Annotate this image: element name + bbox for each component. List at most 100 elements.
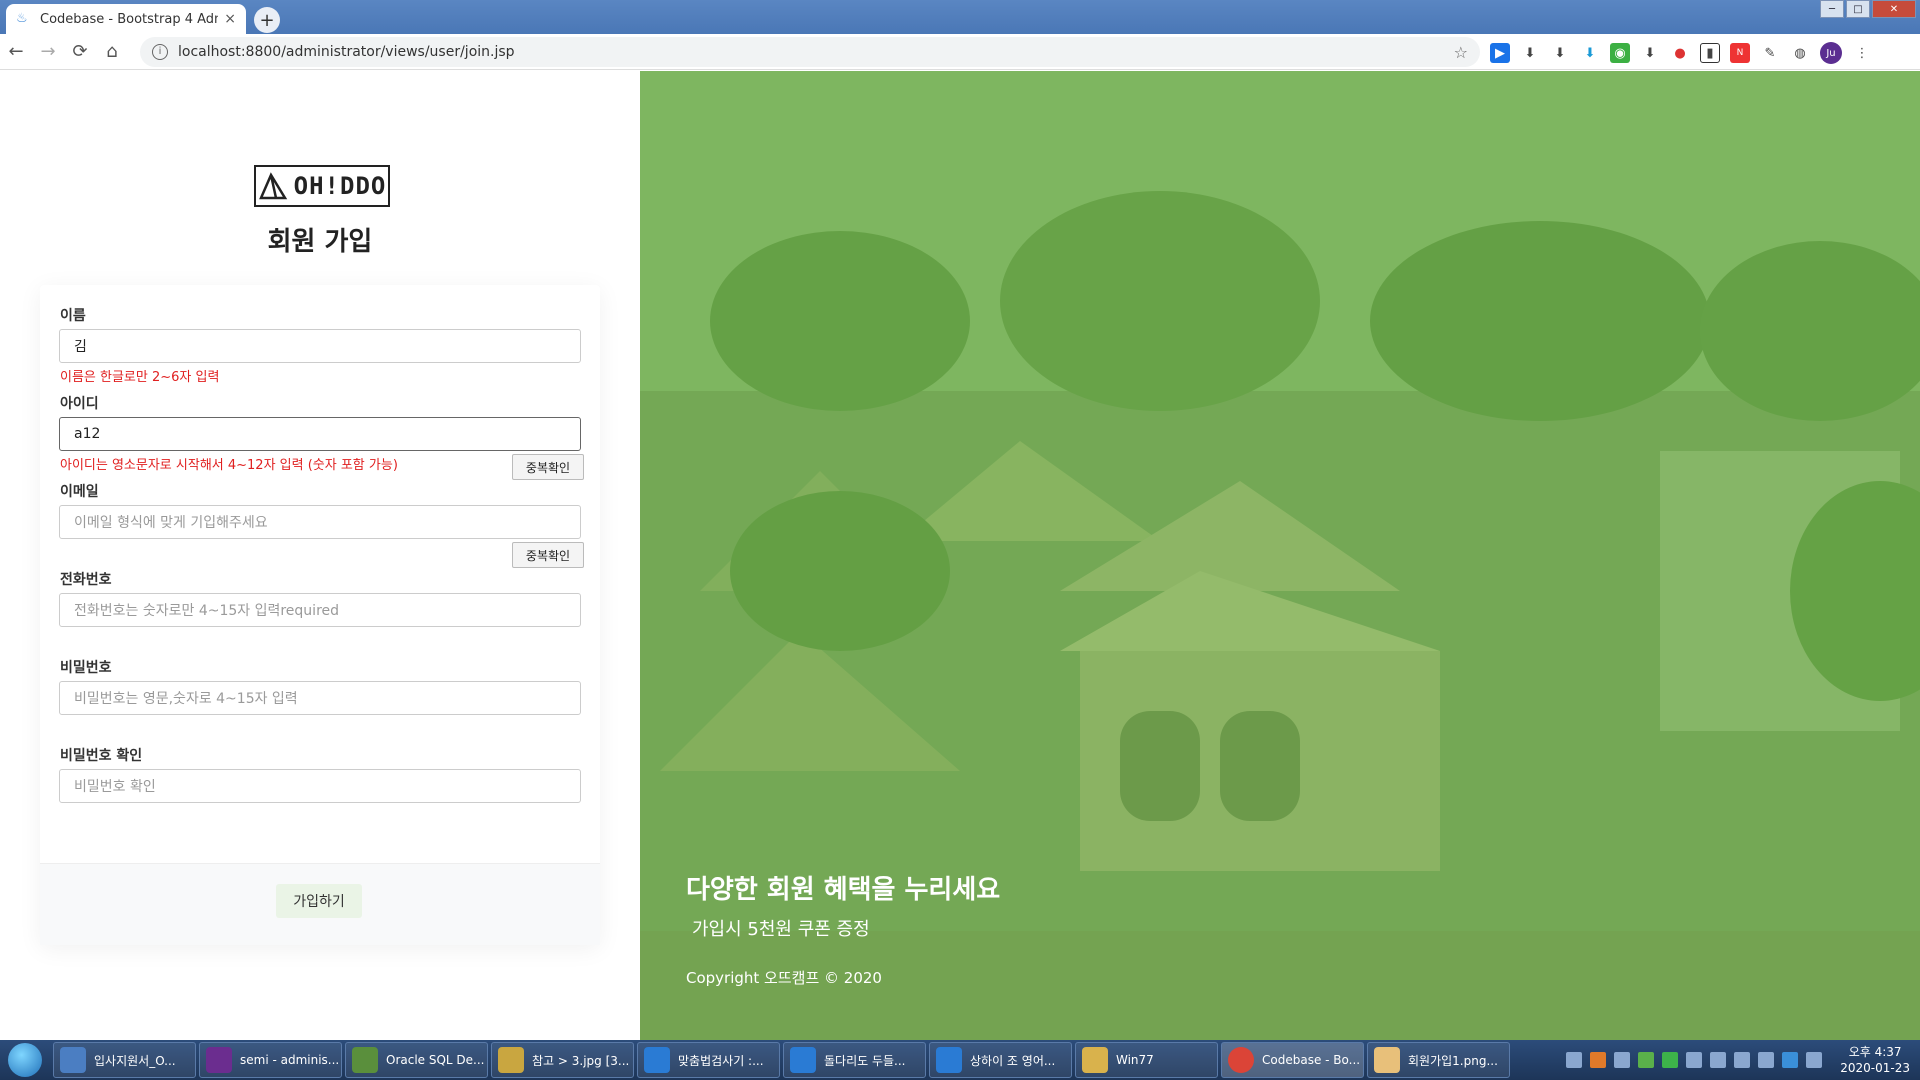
browser-tab[interactable]: ♨ Codebase - Bootstrap 4 Admin × — [6, 4, 246, 34]
clock-time: 오후 4:37 — [1848, 1045, 1902, 1059]
email-duplicate-check-button[interactable]: 중복확인 — [512, 542, 584, 568]
home-icon[interactable]: ⌂ — [96, 41, 128, 62]
taskbar-item-label: 상하이 조 영어... — [970, 1053, 1056, 1068]
phone-input[interactable]: 전화번호는 숫자로만 4~15자 입력required — [59, 593, 581, 627]
taskbar-item-label: 참고 > 3.jpg [3... — [532, 1053, 630, 1068]
extension-play-icon[interactable]: ▶ — [1490, 43, 1510, 63]
taskbar-item-label: 돌다리도 두들... — [824, 1053, 906, 1068]
taskbar-item[interactable]: 참고 > 3.jpg [3... — [491, 1042, 634, 1078]
chrome-icon — [1228, 1047, 1254, 1073]
url-text[interactable]: localhost:8800/administrator/views/user/… — [178, 44, 1454, 60]
image-viewer-icon — [498, 1047, 524, 1073]
browser-tab-bar: ♨ Codebase - Bootstrap 4 Admin × + ─ □ ✕ — [0, 0, 1920, 34]
password-confirm-label: 비밀번호 확인 — [60, 748, 143, 764]
taskbar-item[interactable]: 맞춤법검사기 :... — [637, 1042, 780, 1078]
id-label: 아이디 — [60, 396, 99, 412]
download-icon[interactable]: ⬇ — [1520, 43, 1540, 63]
tab-close-icon[interactable]: × — [224, 11, 236, 27]
card-footer: 가입하기 — [40, 863, 600, 945]
close-window-button[interactable]: ✕ — [1872, 0, 1916, 18]
tray-icon[interactable] — [1758, 1052, 1775, 1068]
extension-green-icon[interactable]: ◉ — [1610, 43, 1630, 63]
paint-icon — [1374, 1047, 1400, 1073]
flag-icon[interactable] — [1686, 1052, 1703, 1068]
menu-kebab-icon[interactable]: ⋮ — [1852, 43, 1872, 63]
password-input[interactable]: 비밀번호는 영문,숫자로 4~15자 입력 — [59, 681, 581, 715]
tray-icon[interactable] — [1614, 1052, 1631, 1068]
taskbar-item[interactable]: Oracle SQL De... — [345, 1042, 488, 1078]
taskbar-item[interactable]: 회원가입1.png... — [1367, 1042, 1510, 1078]
system-tray: 오후 4:37 2020-01-23 — [1566, 1040, 1920, 1080]
eclipse-app-icon — [206, 1047, 232, 1073]
tray-icon[interactable] — [1638, 1052, 1655, 1068]
tray-icon[interactable] — [1782, 1052, 1799, 1068]
name-validation-message: 이름은 한글로만 2~6자 입력 — [60, 370, 220, 385]
network-icon[interactable] — [1734, 1052, 1751, 1068]
system-clock[interactable]: 오후 4:37 2020-01-23 — [1840, 1044, 1910, 1076]
taskbar-item[interactable]: 입사지원서_O... — [53, 1042, 196, 1078]
brand-logo: OH!DDO — [254, 165, 390, 207]
forward-icon[interactable]: → — [32, 41, 64, 62]
download-icon[interactable]: ⬇ — [1550, 43, 1570, 63]
internet-explorer-icon — [644, 1047, 670, 1073]
maximize-button[interactable]: □ — [1846, 0, 1870, 18]
signup-submit-button[interactable]: 가입하기 — [276, 884, 362, 918]
hero-subtitle: 가입시 5천원 쿠폰 증정 — [692, 919, 870, 940]
start-button[interactable] — [0, 1040, 50, 1080]
taskbar-item[interactable]: 상하이 조 영어... — [929, 1042, 1072, 1078]
tray-icon[interactable] — [1590, 1052, 1607, 1068]
extensions-area: ▶ ⬇ ⬇ ⬇ ◉ ⬇ ● ▮ N ✎ ◍ Ju ⋮ — [1490, 42, 1872, 64]
clock-date: 2020-01-23 — [1840, 1061, 1910, 1075]
taskbar-item[interactable]: Codebase - Bo... — [1221, 1042, 1364, 1078]
browser-toolbar: ← → ⟳ ⌂ i localhost:8800/administrator/v… — [0, 34, 1920, 70]
password-confirm-input[interactable]: 비밀번호 확인 — [59, 769, 581, 803]
minimize-button[interactable]: ─ — [1820, 0, 1844, 18]
name-input[interactable]: 김 — [59, 329, 581, 363]
internet-explorer-icon — [790, 1047, 816, 1073]
back-icon[interactable]: ← — [0, 41, 32, 62]
sql-developer-icon — [352, 1047, 378, 1073]
taskbar-item-label: Oracle SQL De... — [386, 1053, 485, 1067]
window-controls: ─ □ ✕ — [1820, 0, 1916, 18]
windows-orb-icon — [8, 1043, 42, 1077]
folder-icon — [1082, 1047, 1108, 1073]
download-icon[interactable]: ⬇ — [1640, 43, 1660, 63]
name-label: 이름 — [60, 308, 86, 324]
signup-pane: OH!DDO 회원 가입 가입하기 이름 김 이름은 한글로만 2~6자 입력 … — [0, 71, 640, 1040]
address-bar[interactable]: i localhost:8800/administrator/views/use… — [140, 37, 1480, 67]
globe-icon[interactable]: ◍ — [1790, 43, 1810, 63]
eyedropper-icon[interactable]: ✎ — [1760, 43, 1780, 63]
bookmark-star-icon[interactable]: ☆ — [1454, 43, 1468, 62]
extension-box-icon[interactable]: ▮ — [1700, 43, 1720, 63]
id-duplicate-check-button[interactable]: 중복확인 — [512, 454, 584, 480]
tray-icon[interactable] — [1806, 1052, 1823, 1068]
hero-title: 다양한 회원 혜택을 누리세요 — [686, 875, 1001, 905]
taskbar-item[interactable]: 돌다리도 두들... — [783, 1042, 926, 1078]
windows-taskbar: 입사지원서_O... semi - adminis... Oracle SQL … — [0, 1040, 1920, 1080]
taskbar-item[interactable]: Win77 — [1075, 1042, 1218, 1078]
taskbar-item-label: 입사지원서_O... — [94, 1053, 176, 1068]
reload-icon[interactable]: ⟳ — [64, 41, 96, 62]
email-label: 이메일 — [60, 484, 99, 500]
tab-title: Codebase - Bootstrap 4 Admin — [40, 11, 218, 27]
volume-icon[interactable] — [1710, 1052, 1727, 1068]
document-app-icon — [60, 1047, 86, 1073]
profile-avatar[interactable]: Ju — [1820, 42, 1842, 64]
tray-icon[interactable] — [1566, 1052, 1583, 1068]
taskbar-item-label: Codebase - Bo... — [1262, 1053, 1361, 1067]
extension-color-icon[interactable]: ● — [1670, 43, 1690, 63]
page-title: 회원 가입 — [267, 227, 373, 257]
email-input[interactable]: 이메일 형식에 맞게 기입해주세요 — [59, 505, 581, 539]
internet-explorer-icon — [936, 1047, 962, 1073]
site-info-icon[interactable]: i — [152, 44, 168, 60]
id-input[interactable]: a12 — [59, 417, 581, 451]
tray-icon[interactable] — [1662, 1052, 1679, 1068]
password-label: 비밀번호 — [60, 660, 112, 676]
taskbar-item-label: Win77 — [1116, 1053, 1154, 1067]
extension-new-icon[interactable]: N — [1730, 43, 1750, 63]
taskbar-item[interactable]: semi - adminis... — [199, 1042, 342, 1078]
new-tab-button[interactable]: + — [254, 7, 280, 33]
download-icon[interactable]: ⬇ — [1580, 43, 1600, 63]
taskbar-item-label: 맞춤법검사기 :... — [678, 1053, 764, 1068]
copyright-text: Copyright 오뜨캠프 © 2020 — [686, 969, 882, 987]
